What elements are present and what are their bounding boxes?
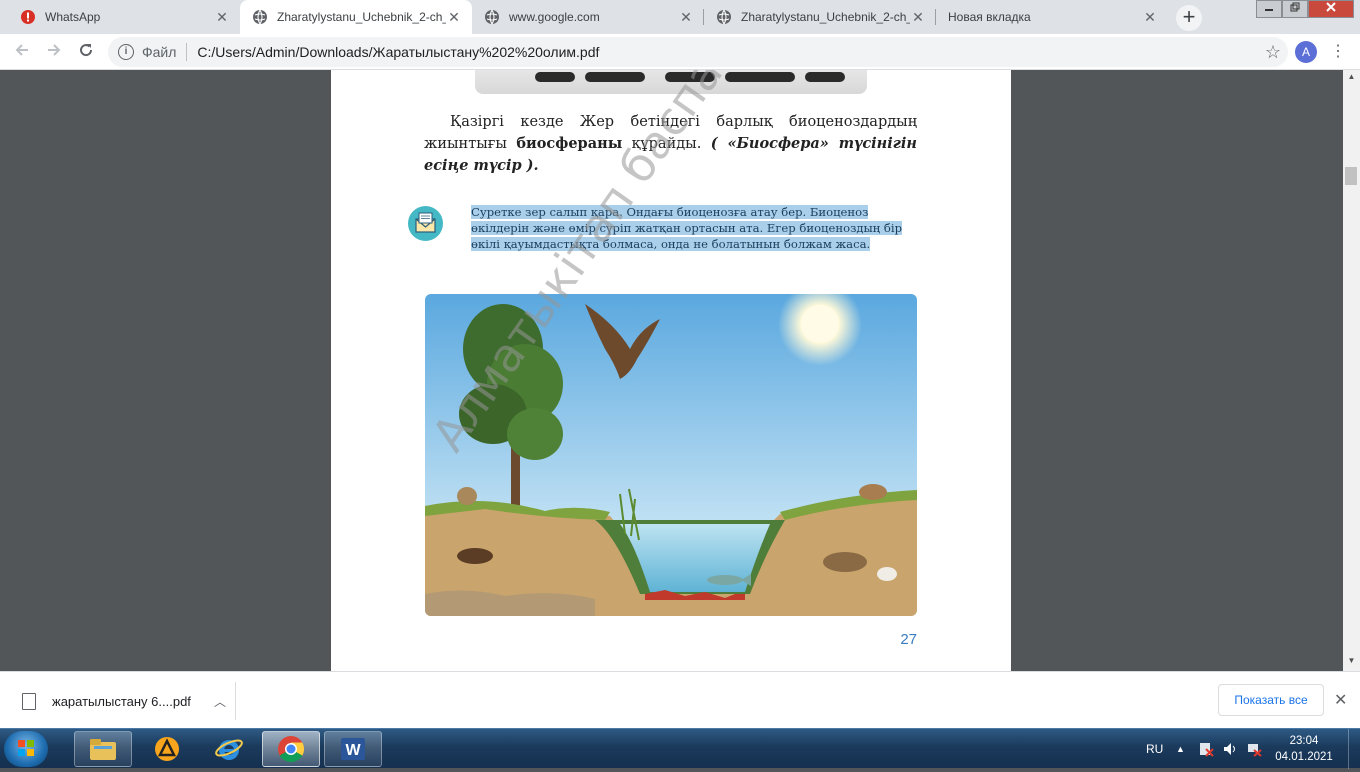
minimize-icon [1265, 9, 1273, 11]
reload-button[interactable] [74, 40, 98, 64]
windows-taskbar: W RU ▲ 23:04 04.01.2021 [0, 728, 1360, 769]
globe-icon [716, 9, 732, 25]
taskbar-word[interactable]: W [324, 731, 382, 767]
tab-title: Zharatylystanu_Uchebnik_2-ch_ [741, 10, 910, 24]
url-text[interactable]: C:/Users/Admin/Downloads/Жаратылыстану%2… [197, 44, 1258, 60]
start-button[interactable] [4, 731, 48, 767]
task-instruction[interactable]: Суретке зер салып қара. Ондағы биоценозғ… [471, 204, 917, 252]
scroll-up-arrow-icon[interactable]: ▲ [1343, 72, 1360, 86]
taskbar-chrome[interactable] [262, 731, 320, 767]
clock-date: 04.01.2021 [1275, 751, 1333, 763]
menu-kebab-icon[interactable]: ⋮ [1330, 41, 1346, 61]
system-clock[interactable]: 23:04 04.01.2021 [1268, 733, 1340, 765]
tab-google[interactable]: www.google.com ✕ [472, 0, 704, 34]
pdf-page: Қазіргі кезде Жер бетіндегі барлық биоце… [331, 70, 1011, 671]
taskbar-ie[interactable] [200, 731, 258, 767]
language-indicator[interactable]: RU [1146, 729, 1163, 769]
new-tab-button[interactable]: + [1176, 5, 1202, 31]
restore-button[interactable] [1282, 0, 1308, 18]
browser-toolbar: i Файл C:/Users/Admin/Downloads/Жаратылы… [0, 34, 1360, 70]
tab-close-icon[interactable]: ✕ [910, 9, 926, 25]
tab-close-icon[interactable]: ✕ [1142, 9, 1158, 25]
forward-arrow-icon [48, 44, 61, 56]
tab-close-icon[interactable]: ✕ [678, 9, 694, 25]
tab-strip: WhatsApp ✕ Zharatylystanu_Uchebnik_2-ch_… [0, 0, 1360, 34]
download-file-name: жаратылыстану 6....pdf [52, 693, 191, 709]
folder-icon [90, 739, 116, 760]
tab-zharatylystanu-active[interactable]: Zharatylystanu_Uchebnik_2-ch_ ✕ [240, 0, 472, 34]
restore-icon [1290, 2, 1300, 12]
close-icon[interactable]: ✕ [1334, 690, 1347, 710]
taskbar-avast[interactable] [138, 731, 196, 767]
download-item[interactable]: жаратылыстану 6....pdf ︿ [18, 682, 236, 720]
tab-title: Новая вкладка [948, 10, 1031, 24]
clock-time: 23:04 [1289, 735, 1319, 747]
scheme-label: Файл [142, 44, 177, 60]
avast-icon [155, 737, 179, 761]
paragraph-bold-term: биосфераны [516, 135, 623, 152]
show-desktop-button[interactable] [1348, 729, 1360, 769]
chrome-icon [278, 736, 305, 763]
tab-new-tab[interactable]: Новая вкладка ✕ [936, 0, 1168, 34]
window-close-button[interactable] [1308, 0, 1354, 18]
task-highlighted-text: Суретке зер салып қара. Ондағы биоценозғ… [471, 205, 902, 251]
back-arrow-icon [15, 44, 28, 56]
envelope-task-icon [408, 206, 443, 241]
svg-text:W: W [345, 742, 361, 759]
tab-close-icon[interactable]: ✕ [214, 9, 230, 25]
vertical-scrollbar[interactable]: ▲ ▼ [1343, 70, 1360, 671]
bookmark-star-icon[interactable]: ☆ [1258, 42, 1288, 63]
taskbar-explorer[interactable] [74, 731, 132, 767]
internet-explorer-icon [215, 739, 243, 760]
profile-avatar[interactable]: A [1295, 41, 1317, 63]
tab-title: www.google.com [509, 10, 600, 24]
reload-icon [80, 44, 93, 57]
file-icon [22, 692, 36, 710]
scroll-down-arrow-icon[interactable]: ▼ [1343, 656, 1360, 670]
info-icon[interactable]: i [118, 44, 134, 60]
word-icon: W [341, 738, 365, 760]
volume-icon[interactable] [1222, 729, 1238, 769]
back-button[interactable] [10, 40, 34, 64]
show-hidden-icons-icon[interactable]: ▲ [1176, 729, 1185, 769]
minimize-button[interactable] [1256, 0, 1282, 18]
address-divider [186, 43, 188, 61]
tab-whatsapp[interactable]: WhatsApp ✕ [8, 0, 240, 34]
network-icon[interactable] [1246, 729, 1262, 769]
forward-button[interactable] [42, 40, 66, 64]
show-all-downloads-button[interactable]: Показать все [1218, 684, 1324, 716]
globe-icon [252, 9, 268, 25]
tab-title: WhatsApp [45, 10, 101, 24]
pdf-viewer: Қазіргі кезде Жер бетіндегі барлық биоце… [0, 70, 1343, 671]
tab-zharatylystanu-2[interactable]: Zharatylystanu_Uchebnik_2-ch_ ✕ [704, 0, 936, 34]
windows-logo-icon [18, 740, 34, 756]
chevron-up-icon[interactable]: ︿ [205, 693, 235, 710]
tab-close-icon[interactable]: ✕ [446, 9, 462, 25]
scroll-thumb[interactable] [1345, 167, 1357, 185]
download-shelf: жаратылыстану 6....pdf ︿ Показать все ✕ [0, 671, 1360, 728]
action-center-icon[interactable] [1198, 729, 1214, 769]
globe-icon [484, 9, 500, 25]
page-number: 27 [900, 631, 917, 648]
close-icon [1326, 2, 1336, 12]
tab-title: Zharatylystanu_Uchebnik_2-ch_ [277, 10, 446, 24]
whatsapp-alert-icon [20, 9, 36, 25]
address-bar[interactable]: i Файл C:/Users/Admin/Downloads/Жаратылы… [108, 37, 1288, 67]
